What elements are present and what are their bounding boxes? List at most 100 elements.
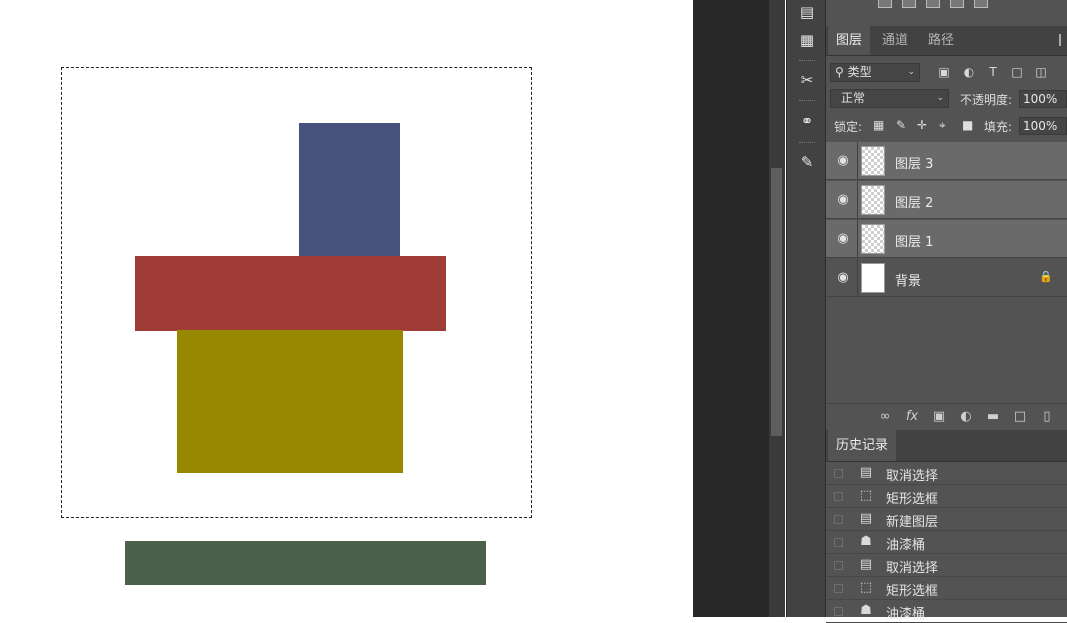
blend-mode-select[interactable]: 正常 ⌄ bbox=[830, 89, 949, 108]
right-panel-dock: 图层 通道 路径 ⚲ 类型 ⌄ ▣ ◐ T □ ◫ 正常 ⌄ 不透明度: 100… bbox=[826, 0, 1067, 623]
grip-divider bbox=[799, 100, 815, 103]
marquee-icon: ⬚ bbox=[859, 580, 873, 595]
layer-row-3[interactable]: ◉ 图层 3 bbox=[826, 142, 1067, 180]
history-item-label: 取消选择 bbox=[886, 561, 939, 576]
history-item[interactable]: ⬚ 矩形选框 bbox=[826, 577, 1067, 600]
history-item[interactable]: ⬚ 矩形选框 bbox=[826, 485, 1067, 508]
tab-layers[interactable]: 图层 bbox=[828, 26, 871, 55]
snapshot-checkbox[interactable] bbox=[834, 584, 843, 593]
lock-paint-icon[interactable]: ✎ bbox=[896, 118, 906, 132]
document-canvas[interactable] bbox=[0, 0, 693, 617]
history-item[interactable]: ▤ 取消选择 bbox=[826, 554, 1067, 577]
adjust-icon-3[interactable] bbox=[926, 0, 940, 8]
layer-name: 背景 bbox=[895, 274, 922, 289]
divider bbox=[857, 220, 858, 257]
type-icon[interactable]: T bbox=[986, 65, 1000, 79]
image-icon[interactable]: ▣ bbox=[937, 65, 951, 79]
adjust-icon-2[interactable] bbox=[902, 0, 916, 8]
lock-all-icon[interactable]: ■ bbox=[962, 118, 973, 132]
adjustment-layer-icon[interactable]: ◐ bbox=[958, 409, 974, 425]
snapshot-checkbox[interactable] bbox=[834, 561, 843, 570]
history-item-label: 取消选择 bbox=[886, 469, 939, 484]
lock-transparent-icon[interactable]: ▦ bbox=[873, 118, 884, 132]
divider bbox=[857, 259, 858, 296]
smart-object-icon[interactable]: ◫ bbox=[1034, 65, 1048, 79]
layer-row-background[interactable]: ◉ 背景 🔒 bbox=[826, 259, 1067, 297]
chevron-down-icon: ⌄ bbox=[936, 93, 944, 103]
adjustment-icon[interactable]: ◐ bbox=[962, 65, 976, 79]
document-icon: ▤ bbox=[859, 557, 873, 572]
history-item-label: 矩形选框 bbox=[886, 584, 939, 599]
history-item[interactable]: ☗ 油漆桶 bbox=[826, 531, 1067, 554]
layer-row-2[interactable]: ◉ 图层 2 bbox=[826, 181, 1067, 219]
snapshot-checkbox[interactable] bbox=[834, 492, 843, 501]
snapshot-checkbox[interactable] bbox=[834, 538, 843, 547]
red-rectangle bbox=[135, 256, 446, 331]
shape-icon[interactable]: □ bbox=[1010, 65, 1024, 79]
tool-presets-icon[interactable]: ✂ bbox=[796, 69, 818, 91]
new-layer-icon[interactable]: □ bbox=[1012, 409, 1028, 425]
folder-icon[interactable]: ▬ bbox=[985, 409, 1001, 425]
properties-icon[interactable]: ▤ bbox=[796, 1, 818, 23]
search-icon: ⚲ bbox=[835, 65, 844, 79]
link-icon[interactable]: ∞ bbox=[877, 409, 893, 425]
notes-icon[interactable]: ▦ bbox=[796, 29, 818, 51]
eye-icon[interactable]: ◉ bbox=[836, 232, 850, 246]
lock-artboard-icon[interactable]: ⌖ bbox=[939, 118, 946, 133]
libraries-icon[interactable]: ⚭ bbox=[796, 110, 818, 132]
document-icon: ▤ bbox=[859, 511, 873, 526]
opacity-field[interactable]: 100% bbox=[1019, 90, 1067, 108]
adjust-icon-1[interactable] bbox=[878, 0, 892, 8]
layer-name: 图层 3 bbox=[895, 157, 934, 172]
fill-field[interactable]: 100% bbox=[1019, 117, 1067, 135]
document-icon: ▤ bbox=[859, 465, 873, 480]
eye-icon[interactable]: ◉ bbox=[836, 154, 850, 168]
blue-rectangle bbox=[299, 123, 400, 257]
lock-move-icon[interactable]: ✛ bbox=[917, 118, 927, 132]
trash-icon[interactable]: ▯ bbox=[1039, 409, 1055, 425]
panel-menu-icon[interactable] bbox=[1059, 34, 1067, 46]
snapshot-checkbox[interactable] bbox=[834, 515, 843, 524]
history-item[interactable]: ▤ 新建图层 bbox=[826, 508, 1067, 531]
adjust-icon-5[interactable] bbox=[974, 0, 988, 8]
green-rectangle bbox=[125, 541, 486, 585]
tab-paths[interactable]: 路径 bbox=[920, 26, 962, 55]
layer-thumbnail bbox=[861, 263, 885, 293]
brush-presets-icon[interactable]: ✎ bbox=[796, 151, 818, 173]
fx-icon[interactable]: fx bbox=[904, 409, 920, 425]
divider bbox=[857, 181, 858, 218]
adjust-icon-4[interactable] bbox=[950, 0, 964, 8]
paint-bucket-icon: ☗ bbox=[860, 534, 872, 549]
adjustments-icon-row bbox=[826, 0, 1067, 24]
chevron-down-icon: ⌄ bbox=[907, 67, 915, 77]
grip-divider bbox=[799, 60, 815, 63]
filter-kind-select[interactable]: ⚲ 类型 ⌄ bbox=[830, 63, 920, 82]
history-item-label: 新建图层 bbox=[886, 515, 939, 530]
mask-icon[interactable]: ▣ bbox=[931, 409, 947, 425]
layers-footer-toolbar: ∞ fx ▣ ◐ ▬ □ ▯ bbox=[826, 403, 1067, 430]
layer-filter-row: ⚲ 类型 ⌄ ▣ ◐ T □ ◫ bbox=[826, 59, 1067, 85]
snapshot-checkbox[interactable] bbox=[834, 607, 843, 616]
eye-icon[interactable]: ◉ bbox=[836, 271, 850, 285]
history-item-label: 油漆桶 bbox=[886, 538, 926, 553]
scrollbar-thumb[interactable] bbox=[771, 168, 782, 436]
marquee-icon: ⬚ bbox=[859, 488, 873, 503]
history-item[interactable]: ▤ 取消选择 bbox=[826, 462, 1067, 485]
layers-tab-bar: 图层 通道 路径 bbox=[826, 26, 1067, 56]
layer-name: 图层 2 bbox=[895, 196, 934, 211]
history-item[interactable]: ☗ 油漆桶 bbox=[826, 600, 1067, 623]
layer-row-1[interactable]: ◉ 图层 1 bbox=[826, 220, 1067, 258]
snapshot-checkbox[interactable] bbox=[834, 469, 843, 478]
grip-divider bbox=[799, 142, 815, 145]
vertical-scrollbar[interactable] bbox=[769, 0, 785, 617]
history-item-label: 矩形选框 bbox=[886, 492, 939, 507]
eye-icon[interactable]: ◉ bbox=[836, 193, 850, 207]
tab-history[interactable]: 历史记录 bbox=[828, 430, 897, 461]
opacity-label: 不透明度: bbox=[960, 93, 1013, 107]
layer-thumbnail bbox=[861, 146, 885, 176]
lock-icon: 🔒 bbox=[1039, 270, 1053, 283]
tab-channels[interactable]: 通道 bbox=[874, 26, 916, 55]
divider bbox=[857, 142, 858, 179]
layer-name: 图层 1 bbox=[895, 235, 934, 250]
workspace-background bbox=[693, 0, 769, 617]
